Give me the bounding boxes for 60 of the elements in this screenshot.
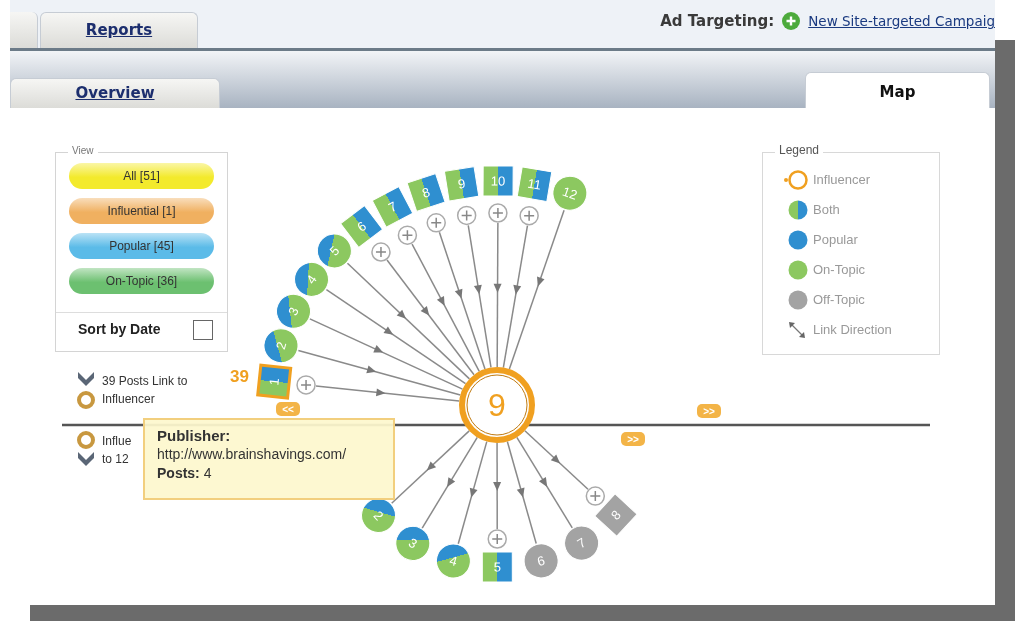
post-node[interactable]: 2	[361, 498, 396, 533]
post-node[interactable]: 3	[276, 293, 311, 329]
link-description: to 12	[102, 451, 130, 468]
tab[interactable]: Map	[805, 72, 990, 108]
filter-button[interactable]: On-Topic [36]	[69, 268, 214, 294]
campaign-link[interactable]: New Site-targeted Campaig	[808, 11, 995, 32]
post-count: Posts: 4	[157, 464, 213, 483]
pager-button[interactable]: <<	[276, 402, 300, 416]
post-node[interactable]: 1	[256, 363, 293, 400]
post-node[interactable]: 11	[516, 166, 553, 202]
post-node[interactable]: 6	[340, 205, 384, 248]
tab[interactable]: Reports	[40, 12, 198, 48]
sort-label: Sort by Date	[78, 320, 161, 339]
post-node[interactable]: 4	[435, 543, 471, 579]
legend-label: On-Topic	[813, 261, 866, 280]
legend-label: Both	[813, 201, 840, 220]
expand-icon[interactable]	[371, 242, 391, 262]
post-node[interactable]: 8	[594, 493, 638, 537]
legend-label: Influencer	[813, 171, 871, 190]
expand-icon[interactable]	[487, 529, 507, 549]
post-node[interactable]: 6	[523, 543, 559, 579]
link-description: 39 Posts Link to Influencer	[102, 373, 189, 408]
add-icon[interactable]	[782, 12, 801, 31]
expand-icon[interactable]	[519, 205, 539, 226]
expand-icon[interactable]	[397, 225, 418, 245]
post-node[interactable]: 12	[552, 175, 588, 211]
post-node[interactable]: 5	[481, 551, 513, 583]
expand-icon[interactable]	[426, 213, 446, 233]
ring-icon	[783, 169, 809, 191]
tooltip-title: Publisher:	[157, 426, 232, 445]
legend-label: Off-Topic	[813, 291, 865, 310]
post-node[interactable]: 3	[395, 525, 431, 561]
expand-icon[interactable]	[585, 486, 606, 506]
tab[interactable]: Overview	[10, 78, 220, 108]
influencer-node[interactable]: 9	[459, 367, 535, 443]
pager-button[interactable]: >>	[621, 432, 645, 446]
link-count: 39	[230, 367, 249, 386]
expand-icon[interactable]	[456, 205, 477, 226]
post-node[interactable]: 2	[263, 328, 299, 364]
post-node[interactable]: 5	[316, 233, 352, 269]
link-description: Influe	[102, 433, 132, 450]
post-node[interactable]: 9	[443, 166, 480, 202]
post-node[interactable]: 10	[482, 165, 514, 197]
post-node[interactable]: 7	[564, 525, 600, 561]
post-node[interactable]: 7	[371, 186, 414, 228]
filter-button[interactable]: Popular [45]	[69, 233, 214, 259]
publisher-url: http://www.brainshavings.com/	[157, 445, 348, 464]
filter-button[interactable]: All [51]	[69, 163, 214, 189]
legend-label: Link Direction	[813, 321, 892, 340]
panel-title: Legend	[775, 143, 824, 157]
inbound-link-icon	[74, 370, 98, 410]
expand-icon[interactable]	[296, 375, 316, 395]
post-node[interactable]: 8	[406, 173, 446, 212]
pager-button[interactable]: >>	[697, 404, 721, 418]
ad-targeting-label: Ad Targeting:	[660, 11, 775, 32]
filter-button[interactable]: Influential [1]	[69, 198, 214, 224]
post-node[interactable]: 4	[294, 261, 329, 297]
expand-icon[interactable]	[488, 203, 508, 223]
sort-checkbox[interactable]	[193, 319, 213, 340]
legend-label: Popular	[813, 231, 858, 250]
